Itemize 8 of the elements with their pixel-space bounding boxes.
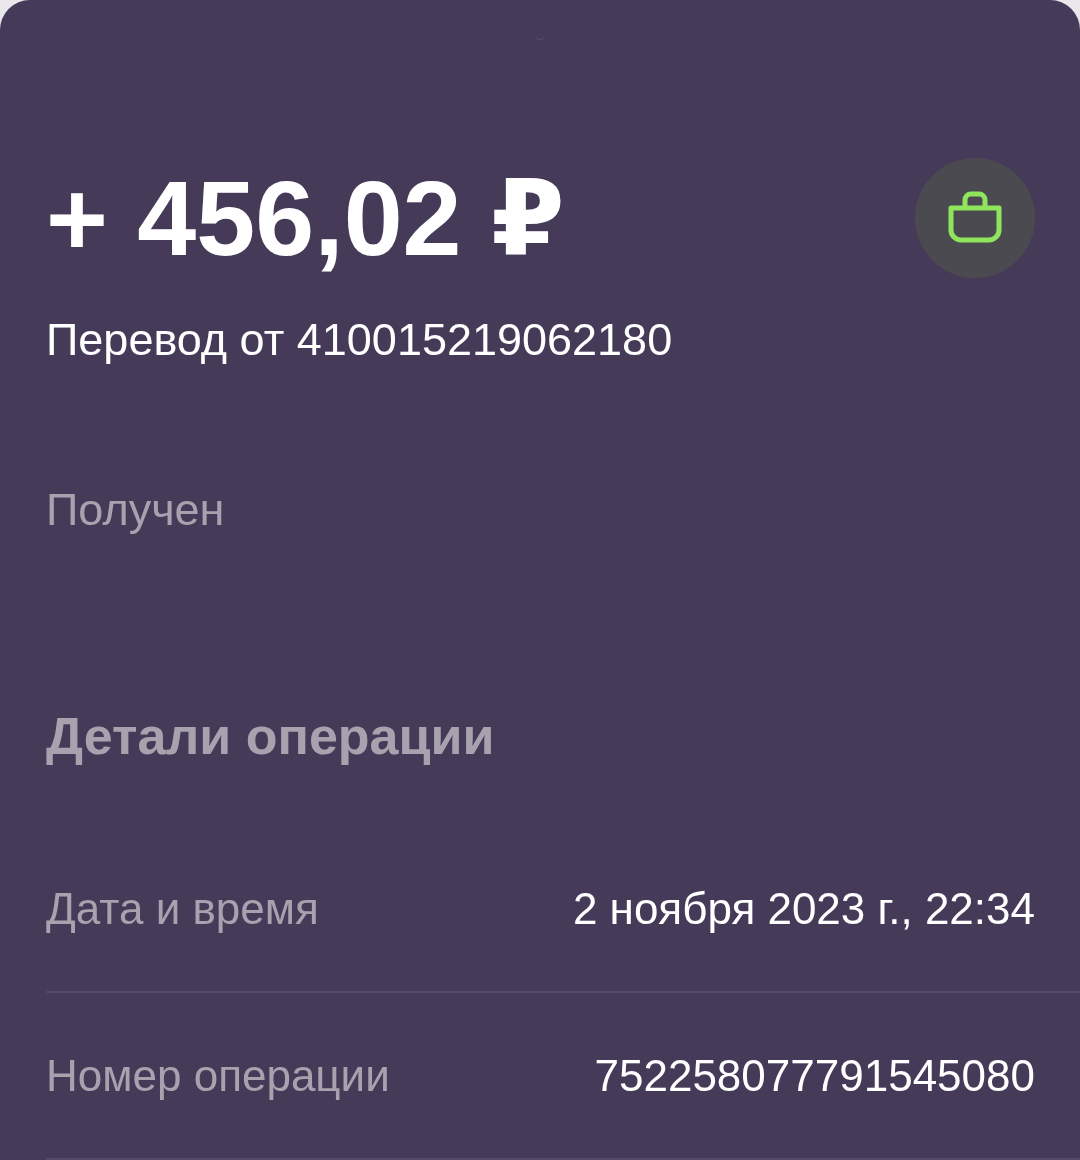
section-title: Детали операции — [46, 706, 496, 766]
detail-value: 752258077791545080 — [594, 1050, 1035, 1101]
transfer-description: Перевод от 410015219062180 — [46, 314, 674, 366]
status-text: Получен — [46, 484, 226, 536]
detail-value: 2 ноября 2023 г., 22:34 — [572, 883, 1035, 934]
detail-label: Дата и время — [46, 883, 319, 934]
amount: + 456,02 ₽ — [46, 165, 565, 271]
detail-label: Номер операции — [46, 1050, 390, 1101]
